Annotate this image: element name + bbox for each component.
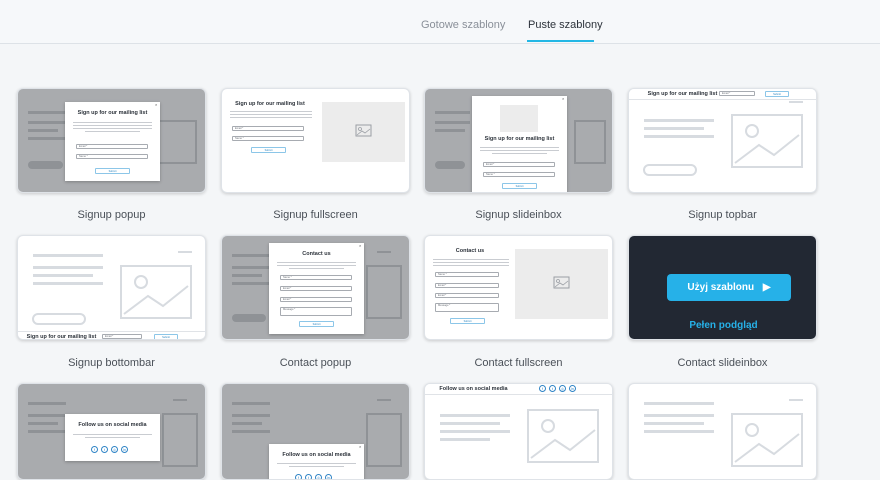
submit-button: Submit <box>95 168 130 174</box>
modal-title: Follow us on social media <box>78 422 147 428</box>
card-label: Contact slideinbox <box>677 357 768 369</box>
twitter-icon: t <box>549 385 556 392</box>
template-card-signup-bottombar[interactable]: Sign up for our mailing list Email * Sub… <box>17 235 206 340</box>
card-label: Signup fullscreen <box>273 209 358 221</box>
email-field: Email * <box>280 286 352 291</box>
signup-modal: × Sign up for our mailing list Email * N… <box>65 102 160 181</box>
close-icon: × <box>155 102 158 107</box>
background-wireframe <box>32 251 192 325</box>
use-template-label: Użyj szablonu <box>687 282 755 293</box>
email-field: Email * <box>102 334 142 339</box>
linkedin-icon: in <box>121 446 128 453</box>
close-icon: × <box>562 96 565 101</box>
card-label: Contact fullscreen <box>474 357 563 369</box>
background-wireframe <box>440 409 599 463</box>
bottombar: Sign up for our mailing list Email * Sub… <box>18 331 205 339</box>
tab-ready-templates[interactable]: Gotowe szablony <box>421 19 505 31</box>
background-wireframe <box>643 101 803 176</box>
image-icon <box>553 276 570 289</box>
template-card-contact-slideinbox[interactable]: Użyj szablonu ▶ Pełen podgląd <box>628 235 817 340</box>
background-wireframe <box>644 399 803 467</box>
name-field: Name * <box>232 136 304 141</box>
submit-button: Submit <box>154 334 178 339</box>
submit-button: Submit <box>502 183 537 189</box>
message-field: Message * <box>435 303 499 312</box>
contact-modal: × Contact us Name * Email * Email * Mess… <box>269 243 364 334</box>
template-card-signup-topbar[interactable]: Sign up for our mailing list Email * Sub… <box>628 88 817 193</box>
template-tabs: Gotowe szablony Puste szablony <box>0 0 880 44</box>
card-label: Signup slideinbox <box>475 209 562 221</box>
twitter-icon: t <box>305 474 312 479</box>
tab-blank-templates[interactable]: Puste szablony <box>528 19 603 31</box>
card-label: Signup bottombar <box>68 357 155 369</box>
name-field: Name * <box>435 272 499 277</box>
modal-title: Sign up for our mailing list <box>235 101 305 107</box>
submit-button: Submit <box>765 91 789 97</box>
submit-button: Submit <box>251 147 286 153</box>
topbar: Follow us on social media f t ◎ in <box>425 384 612 395</box>
template-card-social-topbar[interactable]: Follow us on social media f t ◎ in <box>424 383 613 480</box>
play-icon: ▶ <box>762 282 771 293</box>
modal-title: Contact us <box>455 248 485 254</box>
linkedin-icon: in <box>569 385 576 392</box>
instagram-icon: ◎ <box>111 446 118 453</box>
image-placeholder <box>322 102 405 162</box>
card-label: Signup popup <box>77 209 146 221</box>
email-field: Email * <box>435 293 499 298</box>
image-icon <box>355 124 372 137</box>
name-field: Name * <box>280 275 352 280</box>
submit-button: Submit <box>450 318 485 324</box>
topbar: Sign up for our mailing list Email * Sub… <box>629 89 816 100</box>
linkedin-icon: in <box>325 474 332 479</box>
template-card-social-popup[interactable]: Follow us on social media f t ◎ in <box>17 383 206 480</box>
instagram-icon: ◎ <box>559 385 566 392</box>
facebook-icon: f <box>91 446 98 453</box>
email-field: Email * <box>483 162 555 167</box>
email-field: Email * <box>435 283 499 288</box>
card-label: Signup topbar <box>688 209 757 221</box>
facebook-icon: f <box>295 474 302 479</box>
active-tab-underline <box>527 40 594 42</box>
modal-title: Follow us on social media <box>282 452 351 458</box>
email-field: Email * <box>719 91 755 96</box>
use-template-button[interactable]: Użyj szablonu ▶ <box>667 274 791 301</box>
modal-title: Sign up for our mailing list <box>484 136 555 142</box>
full-preview-link[interactable]: Pełen podgląd <box>629 320 816 331</box>
template-card-contact-popup[interactable]: × Contact us Name * Email * Email * Mess… <box>221 235 410 340</box>
card-label: Contact popup <box>279 357 352 369</box>
modal-title: Contact us <box>302 251 331 257</box>
modal-title: Sign up for our mailing list <box>77 110 148 116</box>
close-icon: × <box>359 444 362 449</box>
slidein-modal: × Sign up for our mailing list Email * N… <box>472 96 567 192</box>
email-field: Email * <box>232 126 304 131</box>
instagram-icon: ◎ <box>315 474 322 480</box>
image-placeholder <box>515 249 608 319</box>
name-field: Name * <box>76 154 148 159</box>
social-modal: Follow us on social media f t ◎ in <box>65 414 160 461</box>
facebook-icon: f <box>539 385 546 392</box>
template-card-signup-fullscreen[interactable]: Sign up for our mailing list Email * Nam… <box>221 88 410 193</box>
name-field: Name * <box>483 172 555 177</box>
twitter-icon: t <box>101 446 108 453</box>
template-card-contact-fullscreen[interactable]: Contact us Name * Email * Email * Messag… <box>424 235 613 340</box>
template-card-social-bottombar[interactable] <box>628 383 817 480</box>
email-field: Email * <box>280 297 352 302</box>
template-card-signup-popup[interactable]: × Sign up for our mailing list Email * N… <box>17 88 206 193</box>
close-icon: × <box>359 243 362 248</box>
template-card-social-slideinbox[interactable]: × Follow us on social media f t ◎ in <box>221 383 410 480</box>
template-card-signup-slideinbox[interactable]: × Sign up for our mailing list Email * N… <box>424 88 613 193</box>
social-modal: × Follow us on social media f t ◎ in <box>269 444 364 480</box>
submit-button: Submit <box>299 321 334 327</box>
image-placeholder <box>500 105 538 132</box>
email-field: Email * <box>76 144 148 149</box>
message-field: Message * <box>280 307 352 316</box>
